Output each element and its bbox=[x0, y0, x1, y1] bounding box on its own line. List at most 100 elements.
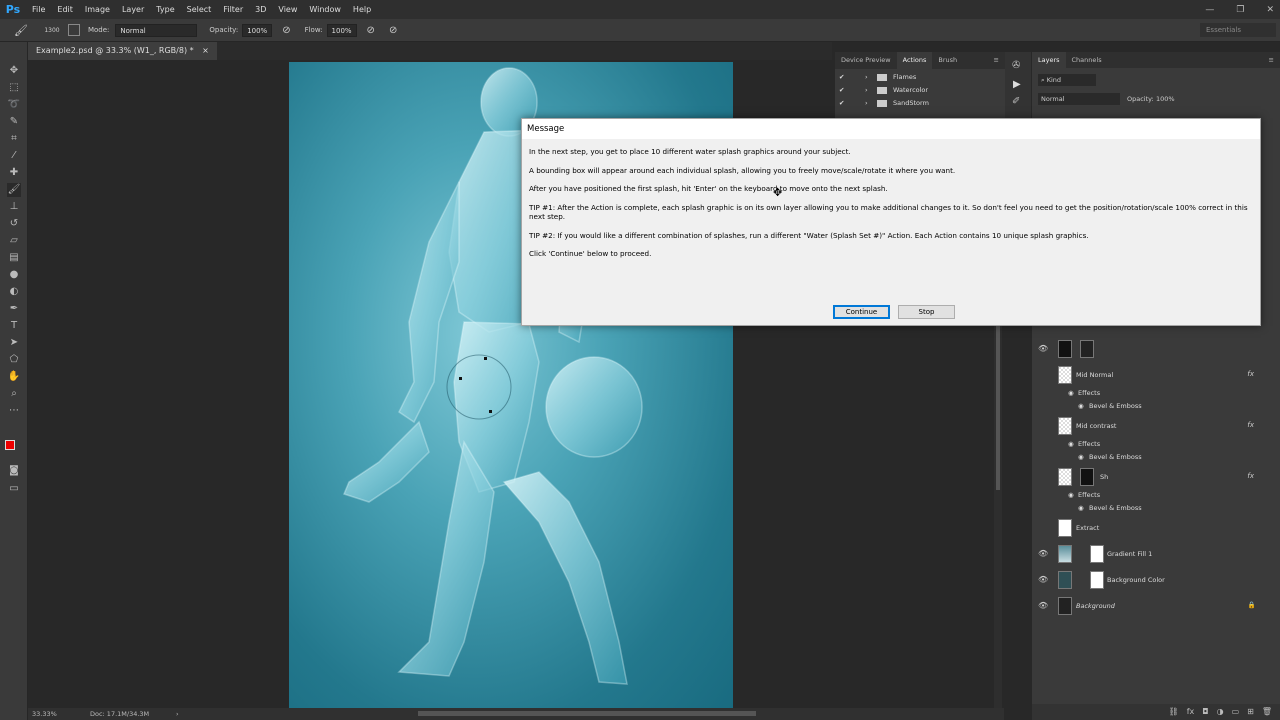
blend-mode-select[interactable]: Normal bbox=[1038, 93, 1120, 105]
group-icon[interactable]: ▭ bbox=[1232, 704, 1240, 720]
play-icon[interactable]: ▶ bbox=[1013, 79, 1021, 90]
menu-layer[interactable]: Layer bbox=[116, 5, 150, 14]
visibility-eye-icon[interactable]: 👁 bbox=[1038, 575, 1048, 584]
menu-help[interactable]: Help bbox=[347, 5, 377, 14]
flow-input[interactable]: 100% bbox=[326, 23, 357, 37]
brush-panel-icon[interactable] bbox=[67, 24, 80, 36]
history-brush-icon[interactable]: ↺ bbox=[7, 217, 21, 231]
menu-edit[interactable]: Edit bbox=[51, 5, 79, 14]
action-set-watercolor[interactable]: ✔ › Watercolor bbox=[835, 84, 1005, 97]
airbrush-icon[interactable]: ⊘ bbox=[367, 25, 375, 36]
new-layer-icon[interactable]: ⊞ bbox=[1247, 704, 1254, 720]
tab-brush[interactable]: Brush bbox=[932, 52, 963, 69]
shape-tool-icon[interactable]: ⬠ bbox=[7, 353, 21, 367]
restore-button[interactable]: ❐ bbox=[1236, 5, 1244, 15]
trash-icon[interactable]: 🗑 bbox=[1262, 704, 1272, 720]
eye-icon[interactable]: ◉ bbox=[1068, 440, 1074, 448]
layer-row[interactable]: Sh fx bbox=[1032, 466, 1270, 488]
status-arrow-icon[interactable]: › bbox=[176, 708, 179, 720]
eye-icon[interactable]: ◉ bbox=[1078, 453, 1084, 461]
zoom-level[interactable]: 33.33% bbox=[32, 708, 57, 720]
lasso-tool-icon[interactable]: ➰ bbox=[7, 98, 21, 112]
tab-channels[interactable]: Channels bbox=[1066, 52, 1108, 69]
panel-menu-icon[interactable]: ≡ bbox=[1263, 52, 1280, 69]
menu-file[interactable]: File bbox=[26, 5, 51, 14]
marquee-tool-icon[interactable]: ⬚ bbox=[7, 81, 21, 95]
tab-actions[interactable]: Actions bbox=[896, 52, 933, 69]
minimize-button[interactable]: — bbox=[1205, 5, 1214, 15]
opacity-input[interactable]: 100% bbox=[242, 23, 273, 37]
expand-icon[interactable]: › bbox=[865, 71, 868, 84]
layer-row[interactable]: 👁 bbox=[1032, 338, 1270, 360]
adjustment-icon[interactable]: ◑ bbox=[1217, 704, 1224, 720]
workspace-switcher[interactable]: Essentials bbox=[1200, 23, 1276, 37]
check-icon[interactable]: ✔ bbox=[839, 97, 844, 110]
blur-tool-icon[interactable]: ● bbox=[7, 268, 21, 282]
link-icon[interactable]: ⛓ bbox=[1169, 704, 1179, 720]
mask-icon[interactable]: ◘ bbox=[1202, 704, 1208, 720]
stamp-tool-icon[interactable]: ⊥ bbox=[7, 200, 21, 214]
close-button[interactable]: ✕ bbox=[1266, 5, 1274, 15]
eye-icon[interactable]: ◉ bbox=[1068, 389, 1074, 397]
close-tab-icon[interactable]: × bbox=[202, 46, 209, 55]
tab-device-preview[interactable]: Device Preview bbox=[835, 52, 897, 69]
menu-filter[interactable]: Filter bbox=[217, 5, 249, 14]
dodge-tool-icon[interactable]: ◐ bbox=[7, 285, 21, 299]
doc-size[interactable]: Doc: 17.1M/34.3M bbox=[90, 708, 149, 720]
crop-tool-icon[interactable]: ⌗ bbox=[7, 132, 21, 146]
mode-select[interactable]: Normal bbox=[115, 23, 198, 37]
visibility-eye-icon[interactable]: 👁 bbox=[1038, 344, 1048, 353]
effects-row[interactable]: ◉ Effects bbox=[1032, 491, 1270, 503]
quick-mask-icon[interactable]: ◙ bbox=[7, 464, 21, 478]
check-icon[interactable]: ✔ bbox=[839, 84, 844, 97]
brush-tool-icon[interactable]: 🖌 bbox=[14, 24, 28, 37]
fx-icon[interactable]: fx bbox=[1247, 472, 1254, 480]
screen-mode-icon[interactable]: ▭ bbox=[7, 482, 21, 496]
menu-image[interactable]: Image bbox=[79, 5, 116, 14]
eraser-tool-icon[interactable]: ▱ bbox=[7, 234, 21, 248]
layer-row[interactable]: 👁 Gradient Fill 1 bbox=[1032, 543, 1270, 565]
gradient-tool-icon[interactable]: ▤ bbox=[7, 251, 21, 265]
menu-view[interactable]: View bbox=[272, 5, 303, 14]
pressure-opacity-icon[interactable]: ⊘ bbox=[282, 25, 290, 36]
more-tools-icon[interactable]: ⋯ bbox=[7, 404, 21, 418]
layer-row[interactable]: 👁 Background 🔒 bbox=[1032, 595, 1270, 617]
menu-type[interactable]: Type bbox=[150, 5, 180, 14]
check-icon[interactable]: ✔ bbox=[839, 71, 844, 84]
device-preview-icon[interactable]: ✇ bbox=[1012, 60, 1020, 71]
layer-filter-kind[interactable]: ⌕ Kind bbox=[1038, 74, 1096, 86]
fx-icon[interactable]: fx bbox=[1247, 370, 1254, 378]
layer-opacity-input[interactable]: 100% bbox=[1156, 93, 1186, 105]
effects-row[interactable]: ◉ Effects bbox=[1032, 389, 1270, 401]
brush-size-preset[interactable]: 1300 bbox=[42, 27, 62, 34]
eye-icon[interactable]: ◉ bbox=[1078, 402, 1084, 410]
brush-tool-icon[interactable]: 🖌 bbox=[7, 183, 21, 197]
menu-window[interactable]: Window bbox=[303, 5, 347, 14]
visibility-eye-icon[interactable]: 👁 bbox=[1038, 601, 1048, 610]
continue-button[interactable]: Continue bbox=[833, 305, 890, 319]
document-tab[interactable]: Example2.psd @ 33.3% (W1_, RGB/8) * × bbox=[28, 42, 217, 60]
effect-row[interactable]: ◉ Bevel & Emboss bbox=[1032, 504, 1270, 516]
effect-row[interactable]: ◉ Bevel & Emboss bbox=[1032, 453, 1270, 465]
expand-icon[interactable]: › bbox=[865, 97, 868, 110]
horizontal-scroll-thumb[interactable] bbox=[418, 711, 756, 716]
eyedropper-tool-icon[interactable]: ⁄ bbox=[7, 149, 21, 163]
layer-row[interactable]: Mid Normal fx bbox=[1032, 364, 1270, 386]
stop-button[interactable]: Stop bbox=[898, 305, 955, 319]
layer-row[interactable]: Mid contrast fx bbox=[1032, 415, 1270, 437]
move-tool-icon[interactable]: ✥ bbox=[7, 64, 21, 78]
brush-panel-icon[interactable]: ✐ bbox=[1012, 96, 1020, 107]
expand-icon[interactable]: › bbox=[865, 84, 868, 97]
menu-3d[interactable]: 3D bbox=[249, 5, 272, 14]
visibility-eye-icon[interactable]: 👁 bbox=[1038, 549, 1048, 558]
hand-tool-icon[interactable]: ✋ bbox=[7, 370, 21, 384]
effects-row[interactable]: ◉ Effects bbox=[1032, 440, 1270, 452]
layer-row[interactable]: 👁 Background Color bbox=[1032, 569, 1270, 591]
pressure-size-icon[interactable]: ⊘ bbox=[389, 25, 397, 36]
layer-row[interactable]: Extract bbox=[1032, 517, 1270, 539]
panel-menu-icon[interactable]: ≡ bbox=[988, 52, 1005, 69]
menu-select[interactable]: Select bbox=[181, 5, 218, 14]
tab-layers[interactable]: Layers bbox=[1032, 52, 1066, 69]
foreground-color-swatch[interactable] bbox=[5, 440, 15, 450]
type-tool-icon[interactable]: T bbox=[7, 319, 21, 333]
